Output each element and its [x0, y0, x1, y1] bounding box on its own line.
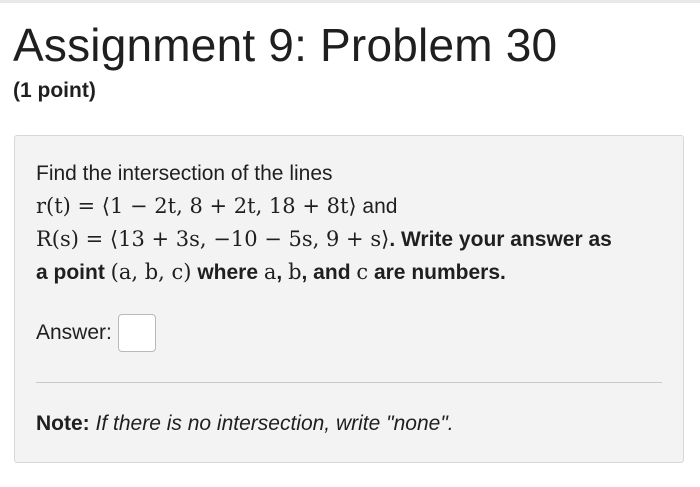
answer-label: Answer:	[36, 321, 112, 344]
top-divider	[0, 0, 700, 3]
var-a: a	[263, 260, 277, 284]
line3-prefix: a point	[36, 261, 111, 284]
line-r-equation: r(t) = ⟨1 − 2t, 8 + 2t, 18 + 8t⟩	[36, 194, 357, 218]
problem-line-3: a point (a, b, c) where a, b, and c are …	[36, 256, 671, 289]
points-label: (1 point)	[13, 79, 96, 102]
line2-suffix: . Write your answer as	[389, 228, 612, 251]
problem-line-1: r(t) = ⟨1 − 2t, 8 + 2t, 18 + 8t⟩ and	[36, 190, 671, 223]
note-label: Note:	[36, 412, 90, 435]
problem-statement: Find the intersection of the lines r(t) …	[36, 158, 671, 289]
var-c: c	[356, 260, 369, 284]
point-notation: (a, b, c)	[110, 260, 192, 284]
line-R-equation: R(s) = ⟨13 + 3s, −10 − 5s, 9 + s⟩	[36, 227, 390, 251]
problem-line-2: R(s) = ⟨13 + 3s, −10 − 5s, 9 + s⟩. Write…	[36, 223, 671, 256]
problem-box: Find the intersection of the lines r(t) …	[14, 135, 684, 463]
line1-suffix: and	[356, 195, 398, 218]
note: Note: If there is no intersection, write…	[36, 412, 454, 436]
var-b: b	[288, 260, 302, 284]
comma-2: , and	[301, 261, 357, 284]
page-title: Assignment 9: Problem 30	[13, 19, 558, 71]
note-text: If there is no intersection, write "none…	[95, 412, 454, 435]
answer-input[interactable]	[117, 314, 156, 352]
problem-header: Assignment 9: Problem 30 (1 point)	[13, 16, 557, 104]
comma-1: ,	[276, 261, 289, 284]
section-divider	[36, 382, 662, 383]
answer-row: Answer:	[36, 314, 156, 352]
line3-suffix: are numbers.	[368, 261, 506, 284]
problem-intro: Find the intersection of the lines	[36, 162, 333, 185]
line3-mid: where	[191, 261, 264, 284]
